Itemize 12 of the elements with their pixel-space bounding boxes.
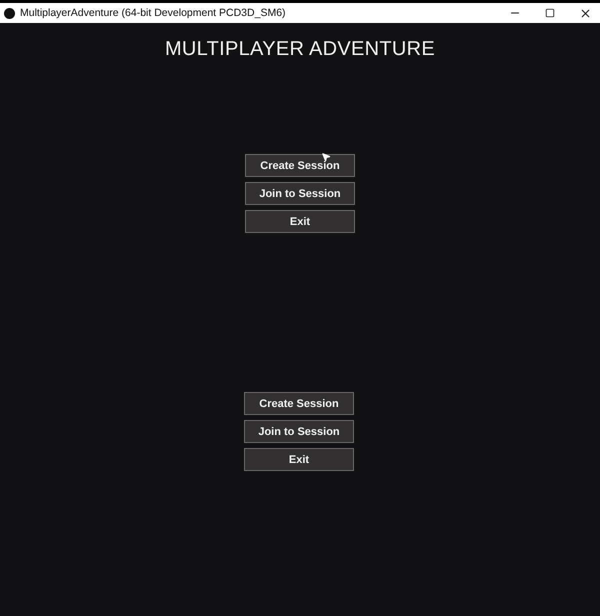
menu-button[interactable]: Exit: [245, 210, 355, 233]
app-logo-icon: [4, 8, 15, 18]
mouse-pointer-icon: [321, 152, 331, 162]
menu-button[interactable]: Join to Session: [244, 420, 354, 443]
window-title: MultiplayerAdventure (64-bit Development PCD3D_SM6): [20, 7, 287, 19]
menu-button[interactable]: Create Session: [245, 154, 355, 177]
close-icon: [578, 6, 592, 20]
menu-button[interactable]: Join to Session: [245, 182, 355, 205]
menu-button[interactable]: Create Session: [244, 392, 354, 415]
game-title: MULTIPLAYER ADVENTURE: [164, 38, 436, 61]
menu-button[interactable]: Exit: [244, 448, 354, 471]
maximize-icon: [545, 8, 555, 18]
